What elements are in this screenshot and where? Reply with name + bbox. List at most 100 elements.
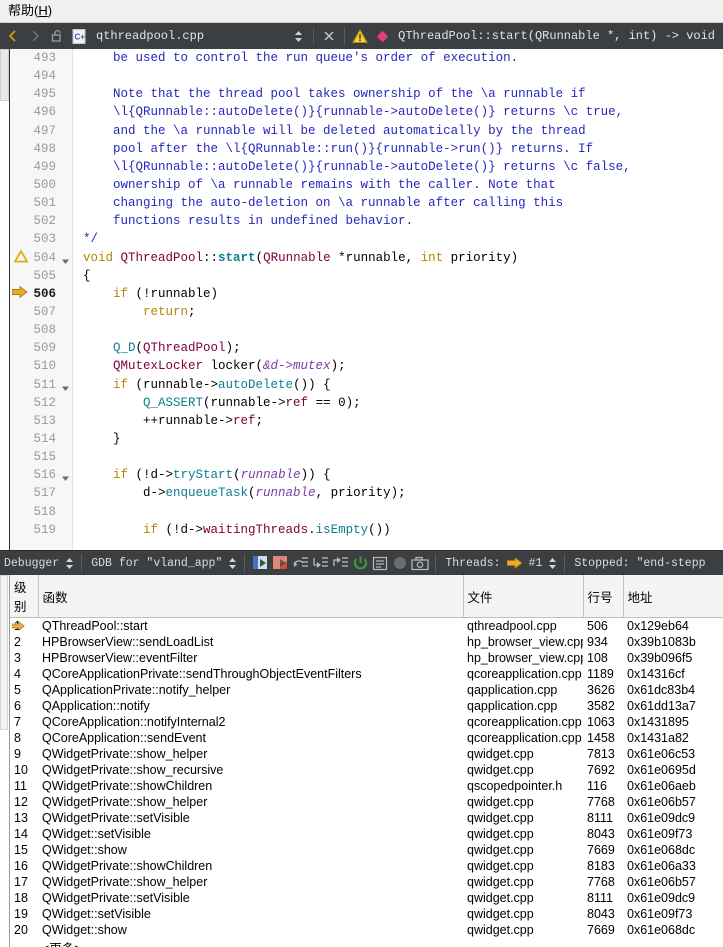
step-out-button[interactable] (330, 553, 350, 573)
editor-vertical-scrollbar[interactable] (0, 49, 10, 550)
gutter-line-500[interactable]: 500 (10, 176, 72, 194)
gutter-line-517[interactable]: 517 (10, 484, 72, 502)
menu-item-help[interactable]: 帮助(H) (0, 1, 60, 21)
fold-marker-icon[interactable] (61, 381, 70, 391)
gutter-line-508[interactable]: 508 (10, 321, 72, 339)
gutter-line-502[interactable]: 502 (10, 212, 72, 230)
gutter-line-509[interactable]: 509 (10, 339, 72, 357)
column-header-line[interactable]: 行号 (583, 575, 624, 618)
code-line-514[interactable]: } (83, 430, 723, 448)
debugger-mode-label[interactable]: Debugger (0, 557, 63, 570)
column-header-level[interactable]: 级别 (10, 575, 39, 618)
threads-spinner[interactable] (546, 555, 559, 571)
scrollbar-thumb[interactable] (0, 49, 9, 101)
code-line-519[interactable]: if (!d->waitingThreads.isEmpty()) (83, 521, 723, 539)
gutter-line-497[interactable]: 497 (10, 122, 72, 140)
debug-target-spinner[interactable] (226, 555, 239, 571)
code-line-498[interactable]: pool after the \l{QRunnable::run()}{runn… (83, 140, 723, 158)
code-line-501[interactable]: changing the auto-deletion on \a runnabl… (83, 194, 723, 212)
code-line-500[interactable]: ownership of \a runnable remains with th… (83, 176, 723, 194)
code-line-497[interactable]: and the \a runnable will be deleted auto… (83, 122, 723, 140)
warning-marker-icon[interactable] (12, 248, 29, 266)
fold-marker-icon[interactable] (61, 254, 70, 264)
table-row[interactable]: 11 QWidgetPrivate::showChildren qscopedpoi… (10, 778, 723, 794)
code-line-507[interactable]: return; (83, 303, 723, 321)
gutter-line-515[interactable]: 515 (10, 448, 72, 466)
close-icon[interactable] (318, 25, 340, 47)
debugger-mode-spinner[interactable] (63, 555, 76, 571)
column-header-file[interactable]: 文件 (463, 575, 584, 618)
table-row[interactable]: 18 QWidgetPrivate::setVisible qwidget.cpp 8… (10, 890, 723, 906)
column-header-address[interactable]: 地址 (623, 575, 723, 618)
instruction-list-button[interactable] (370, 553, 390, 573)
split-selector-spinner[interactable] (287, 25, 309, 47)
code-line-509[interactable]: Q_D(QThreadPool); (83, 339, 723, 357)
code-line-506[interactable]: if (!runnable) (83, 285, 723, 303)
gutter-line-505[interactable]: 505 (10, 267, 72, 285)
code-line-494[interactable] (83, 67, 723, 85)
gutter-line-504[interactable]: 504 (10, 248, 72, 267)
gutter-line-512[interactable]: 512 (10, 394, 72, 412)
step-into-button[interactable] (310, 553, 330, 573)
table-row[interactable]: 17 QWidgetPrivate::show_helper qwidget.cpp… (10, 874, 723, 890)
code-line-518[interactable] (83, 503, 723, 521)
table-row[interactable]: 15 QWidget::show qwidget.cpp 7669 0x61e068dc (10, 842, 723, 858)
table-row[interactable]: 7 QCoreApplication::notifyInternal2 qcorea… (10, 714, 723, 730)
code-line-503[interactable]: */ (83, 230, 723, 248)
gutter-line-495[interactable]: 495 (10, 85, 72, 103)
warning-triangle-icon[interactable] (349, 25, 371, 47)
code-line-502[interactable]: functions results in undefined behavior. (83, 212, 723, 230)
cell-more-label[interactable]: <更多> (38, 938, 463, 947)
gutter-line-501[interactable]: 501 (10, 194, 72, 212)
table-row[interactable]: 10 QWidgetPrivate::show_recursive qwidget.… (10, 762, 723, 778)
table-row[interactable]: 13 QWidgetPrivate::setVisible qwidget.cpp 8… (10, 810, 723, 826)
table-row[interactable]: 12 QWidgetPrivate::show_helper qwidget.cpp… (10, 794, 723, 810)
gutter-line-493[interactable]: 493 (10, 49, 72, 67)
code-line-515[interactable] (83, 448, 723, 466)
gutter-line-518[interactable]: 518 (10, 503, 72, 521)
gutter-line-506[interactable]: 506 (10, 285, 72, 303)
gutter-line-516[interactable]: 516 (10, 466, 72, 484)
gutter-line-503[interactable]: 503 (10, 230, 72, 248)
snapshot-camera-button[interactable] (410, 553, 430, 573)
code-line-517[interactable]: d->enqueueTask(runnable, priority); (83, 484, 723, 502)
code-line-504[interactable]: void QThreadPool::start(QRunnable *runna… (83, 249, 723, 267)
gutter-line-507[interactable]: 507 (10, 303, 72, 321)
back-button[interactable] (2, 25, 24, 47)
table-row[interactable]: 9 QWidgetPrivate::show_helper qwidget.cpp 7… (10, 746, 723, 762)
code-line-495[interactable]: Note that the thread pool takes ownershi… (83, 85, 723, 103)
code-line-513[interactable]: ++runnable->ref; (83, 412, 723, 430)
gutter-line-519[interactable]: 519 (10, 521, 72, 539)
table-row[interactable]: 4 QCoreApplicationPrivate::sendThroughObj… (10, 666, 723, 682)
line-number-gutter[interactable]: 493 494 495 496 497 498 499 500 501 502 503 504 505 5… (10, 49, 73, 550)
code-line-510[interactable]: QMutexLocker locker(&d->mutex); (83, 357, 723, 375)
interrupt-button[interactable] (390, 553, 410, 573)
stop-debug-button[interactable] (270, 553, 290, 573)
step-over-button[interactable] (290, 553, 310, 573)
table-row[interactable]: 3 HPBrowserView::eventFilter hp_browser_vi… (10, 650, 723, 666)
gutter-line-494[interactable]: 494 (10, 67, 72, 85)
gutter-line-499[interactable]: 499 (10, 158, 72, 176)
code-line-516[interactable]: if (!d->tryStart(runnable)) { (83, 466, 723, 484)
current-symbol[interactable]: QThreadPool::start(QRunnable *, int) -> … (398, 29, 715, 43)
continue-debug-button[interactable] (250, 553, 270, 573)
stack-scrollbar-thumb[interactable] (0, 575, 8, 730)
code-line-512[interactable]: Q_ASSERT(runnable->ref == 0); (83, 394, 723, 412)
code-line-493[interactable]: be used to control the run queue's order… (83, 49, 723, 67)
code-line-496[interactable]: \l{QRunnable::autoDelete()}{runnable->au… (83, 103, 723, 121)
debug-target-label[interactable]: GDB for "vland_app" (87, 557, 226, 570)
gutter-line-514[interactable]: 514 (10, 430, 72, 448)
restart-debug-button[interactable] (350, 553, 370, 573)
table-row[interactable]: 2 HPBrowserView::sendLoadList hp_browser_v… (10, 634, 723, 650)
table-row[interactable]: 6 QApplication::notify qapplication.cpp 358… (10, 698, 723, 714)
code-line-511[interactable]: if (runnable->autoDelete()) { (83, 376, 723, 394)
table-row[interactable]: 1 QThreadPool::start qthreadpool.cpp 506 0x1… (10, 618, 723, 635)
stack-vertical-scrollbar[interactable] (0, 575, 10, 947)
code-line-499[interactable]: \l{QRunnable::autoDelete()}{runnable->au… (83, 158, 723, 176)
unlocked-padlock-icon[interactable] (46, 25, 68, 47)
gutter-line-496[interactable]: 496 (10, 103, 72, 121)
table-row[interactable]: 16 QWidgetPrivate::showChildren qwidget.cp… (10, 858, 723, 874)
column-header-function[interactable]: 函数 (38, 575, 464, 618)
table-row[interactable]: 5 QApplicationPrivate::notify_helper qappl… (10, 682, 723, 698)
table-row[interactable]: 19 QWidget::setVisible qwidget.cpp 8043 0x61… (10, 906, 723, 922)
